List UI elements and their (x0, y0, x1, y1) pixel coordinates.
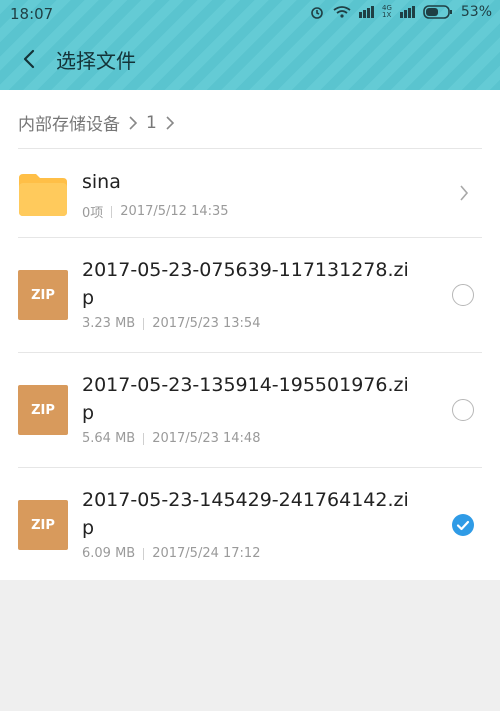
file-size: 3.23 MB (82, 316, 136, 331)
zip-file-icon: ZIP (18, 270, 68, 320)
folder-date: 2017/5/12 14:35 (120, 204, 229, 219)
list-item-zip[interactable]: ZIP 2017-05-23-135914-195501976.zi p 5.6… (0, 353, 500, 467)
file-name-line2: p (82, 402, 95, 424)
file-name: 2017-05-23-075639-117131278.zi p (82, 256, 452, 312)
meta-separator (111, 205, 113, 218)
signal-left-icon (358, 6, 374, 18)
list-item-folder[interactable]: sina 0项 2017/5/12 14:35 (0, 148, 500, 238)
network-1x-label: 1X (381, 11, 392, 19)
breadcrumb-root[interactable]: 内部存储设备 (18, 110, 120, 135)
list-item-zip[interactable]: ZIP 2017-05-23-075639-117131278.zi p 3.2… (0, 238, 500, 352)
file-name-line2: p (82, 287, 95, 309)
meta-separator (143, 547, 145, 560)
wifi-icon (333, 6, 351, 18)
file-list-panel: 内部存储设备 1 sina 0项 2017/5/12 14:35 ZIP 201… (0, 90, 500, 580)
status-bar: 18:07 4G 1X 53% (0, 0, 500, 28)
empty-area (0, 580, 500, 711)
file-name-line1: 2017-05-23-135914-195501976.zi (82, 374, 409, 396)
page-title: 选择文件 (56, 49, 136, 73)
folder-name: sina (82, 171, 121, 193)
file-meta: 5.64 MB 2017/5/23 14:48 (82, 431, 260, 446)
list-item-zip[interactable]: ZIP 2017-05-23-145429-241764142.zi p 6.0… (0, 468, 500, 580)
file-name-line2: p (82, 517, 95, 539)
file-date: 2017/5/23 13:54 (152, 316, 261, 331)
select-radio-checked[interactable] (452, 514, 474, 536)
file-size: 5.64 MB (82, 431, 136, 446)
zip-file-icon: ZIP (18, 500, 68, 550)
file-name: 2017-05-23-145429-241764142.zi p (82, 486, 452, 542)
breadcrumb: 内部存储设备 1 (18, 110, 175, 135)
back-arrow-icon[interactable] (18, 47, 42, 71)
breadcrumb-current[interactable]: 1 (146, 113, 157, 133)
chevron-right-icon (166, 115, 174, 130)
zip-file-icon: ZIP (18, 385, 68, 435)
file-date: 2017/5/23 14:48 (152, 431, 261, 446)
meta-separator (143, 432, 145, 445)
file-name-line1: 2017-05-23-075639-117131278.zi (82, 259, 409, 281)
signal-right-icon (399, 6, 415, 18)
battery-percent: 53% (460, 4, 492, 20)
chevron-right-icon (129, 115, 138, 130)
status-time: 18:07 (10, 5, 54, 23)
file-date: 2017/5/24 17:12 (152, 546, 261, 561)
select-radio[interactable] (452, 399, 474, 421)
file-meta: 6.09 MB 2017/5/24 17:12 (82, 546, 260, 561)
file-name: 2017-05-23-135914-195501976.zi p (82, 371, 452, 427)
folder-meta: 0项 2017/5/12 14:35 (82, 202, 229, 221)
meta-separator (143, 317, 145, 330)
checkmark-icon (456, 520, 470, 531)
folder-count: 0项 (82, 206, 104, 221)
file-meta: 3.23 MB 2017/5/23 13:54 (82, 316, 260, 331)
battery-icon (423, 5, 452, 19)
file-name-line1: 2017-05-23-145429-241764142.zi (82, 489, 409, 511)
folder-icon (19, 174, 67, 216)
chevron-right-icon (460, 185, 469, 201)
status-icons: 4G 1X 53% (309, 4, 492, 20)
select-radio[interactable] (452, 284, 474, 306)
header-bar: 18:07 4G 1X 53% 选择文件 (0, 0, 500, 90)
file-size: 6.09 MB (82, 546, 136, 561)
alarm-icon (311, 7, 323, 19)
